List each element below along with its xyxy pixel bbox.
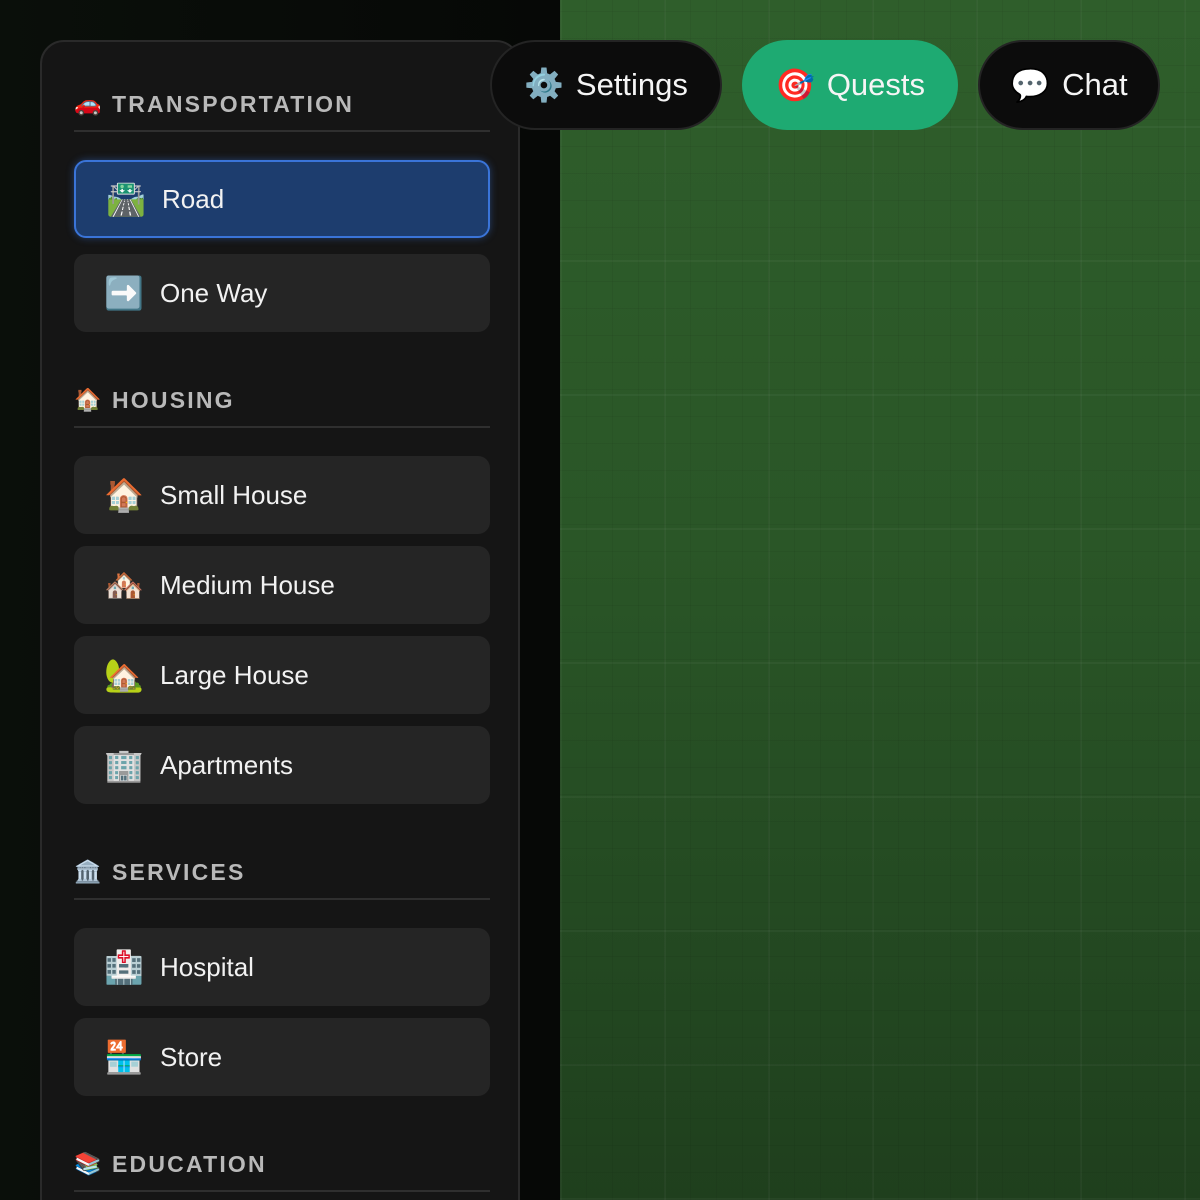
office-building-icon: 🏢: [104, 747, 144, 783]
car-icon: 🚗: [74, 91, 102, 116]
small-house-icon: 🏠: [104, 477, 144, 513]
large-house-icon: 🏡: [104, 657, 144, 693]
build-item-one-way[interactable]: ➡️ One Way: [74, 254, 490, 332]
item-label: Apartments: [160, 749, 293, 780]
section-education: 📚 EDUCATION: [74, 1138, 490, 1192]
target-icon: 🎯: [774, 67, 815, 103]
build-item-small-house[interactable]: 🏠 Small House: [74, 456, 490, 534]
section-housing: 🏠 HOUSING: [74, 374, 490, 428]
chat-label: Chat: [1062, 67, 1128, 102]
books-icon: 📚: [74, 1151, 102, 1176]
right-arrow-icon: ➡️: [104, 275, 144, 311]
gear-icon: ⚙️: [524, 67, 564, 103]
build-item-apartments[interactable]: 🏢 Apartments: [74, 726, 490, 804]
build-item-road[interactable]: 🛣️ Road: [74, 160, 490, 238]
hospital-icon: 🏥: [104, 949, 144, 985]
section-title: HOUSING: [112, 386, 235, 413]
quests-label: Quests: [826, 67, 926, 102]
settings-label: Settings: [575, 67, 688, 102]
section-title: TRANSPORTATION: [112, 90, 355, 117]
medium-house-icon: 🏘️: [104, 567, 144, 603]
item-label: Road: [162, 183, 225, 214]
item-label: Hospital: [160, 951, 254, 982]
section-transportation: 🚗 TRANSPORTATION: [74, 78, 490, 132]
item-label: One Way: [160, 277, 268, 308]
section-title: EDUCATION: [112, 1150, 267, 1177]
item-label: Medium House: [160, 569, 335, 600]
section-services: 🏛️ SERVICES: [74, 846, 490, 900]
classical-building-icon: 🏛️: [74, 859, 102, 884]
house-icon: 🏠: [74, 387, 102, 412]
build-item-hospital[interactable]: 🏥 Hospital: [74, 928, 490, 1006]
map-canvas[interactable]: [560, 0, 1200, 1200]
item-label: Store: [160, 1041, 223, 1072]
item-label: Large House: [160, 659, 309, 690]
speech-bubble-icon: 💬: [1010, 67, 1051, 103]
convenience-store-icon: 🏪: [104, 1039, 144, 1075]
chat-button[interactable]: 💬 Chat: [978, 40, 1160, 130]
item-label: Small House: [160, 479, 308, 510]
section-title: SERVICES: [112, 858, 246, 885]
road-icon: 🛣️: [106, 181, 146, 217]
build-item-store[interactable]: 🏪 Store: [74, 1018, 490, 1096]
build-item-large-house[interactable]: 🏡 Large House: [74, 636, 490, 714]
build-item-medium-house[interactable]: 🏘️ Medium House: [74, 546, 490, 624]
build-sidebar: 🚗 TRANSPORTATION 🛣️ Road ➡️ One Way 🏠 HO…: [40, 40, 520, 1200]
quests-button[interactable]: 🎯 Quests: [742, 40, 958, 130]
settings-button[interactable]: ⚙️ Settings: [490, 40, 722, 130]
